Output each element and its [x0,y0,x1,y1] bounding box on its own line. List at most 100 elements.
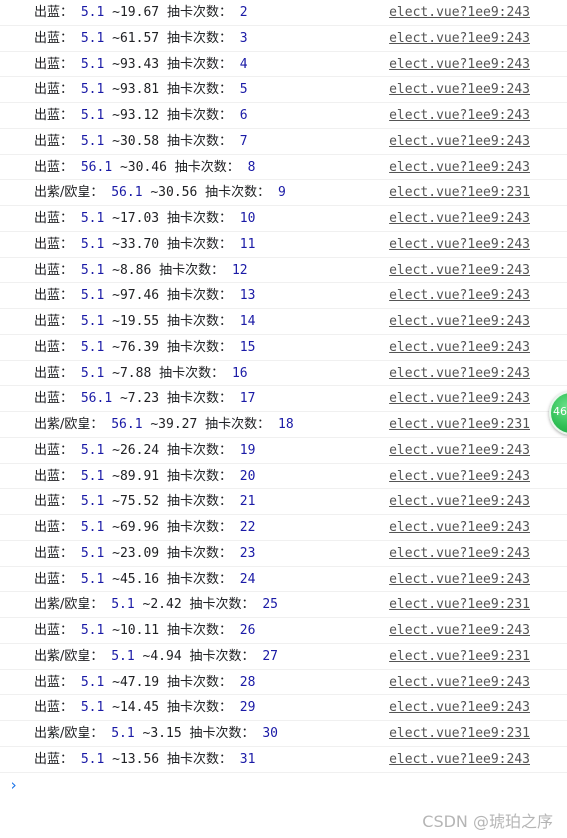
message-range: ~75.52 [112,494,160,510]
source-link[interactable]: elect.vue?1ee9:243 [389,82,530,98]
console-message: 出蓝： 5.1 ~61.57 抽卡次数： 3 [34,31,248,47]
message-value: 5.1 [111,648,135,664]
message-count: 29 [239,700,256,716]
console-message-row: 出蓝： 5.1 ~13.56 抽卡次数： 31 elect.vue?1ee9:24… [0,747,567,773]
message-value: 56.1 [111,417,143,432]
source-link[interactable]: elect.vue?1ee9:243 [389,752,530,768]
source-link[interactable]: elect.vue?1ee9:231 [389,597,530,613]
message-label: 出蓝： [34,236,74,252]
source-link[interactable]: elect.vue?1ee9:243 [389,443,530,459]
console-message: 出蓝： 5.1 ~69.96 抽卡次数： 22 [34,520,255,536]
console-message: 出蓝： 5.1 ~10.11 抽卡次数： 26 [34,623,255,639]
message-value: 5.1 [80,365,105,381]
source-link[interactable]: elect.vue?1ee9:231 [389,185,530,201]
console-message: 出蓝： 5.1 ~13.56 抽卡次数： 31 [34,752,255,768]
console-message-row: 出蓝： 5.1 ~93.43 抽卡次数： 4 elect.vue?1ee9:243 [0,52,567,78]
console-message-row: 出紫/欧皇： 5.1 ~3.15 抽卡次数： 30 elect.vue?1ee9:… [0,721,567,747]
message-value: 5.1 [80,571,105,587]
source-link[interactable]: elect.vue?1ee9:243 [389,340,530,356]
source-link[interactable]: elect.vue?1ee9:243 [389,546,530,562]
source-link[interactable]: elect.vue?1ee9:243 [389,700,530,716]
console-message-row: 出蓝： 5.1 ~76.39 抽卡次数： 15 elect.vue?1ee9:24… [0,335,567,361]
message-range: ~61.57 [112,30,160,46]
message-label: 出蓝： [34,82,74,98]
console-message: 出紫/欧皇： 5.1 ~2.42 抽卡次数： 25 [34,597,278,613]
message-label: 出蓝： [34,391,74,407]
message-value: 5.1 [80,108,105,123]
message-count-label: 抽卡次数： [166,133,232,149]
message-label: 出紫/欧皇： [34,417,104,432]
source-link[interactable]: elect.vue?1ee9:243 [389,211,530,227]
console-message-row: 出蓝： 5.1 ~93.81 抽卡次数： 5 elect.vue?1ee9:243 [0,77,567,103]
console-prompt[interactable]: › [0,774,567,798]
message-count-label: 抽卡次数： [166,211,232,226]
console-message-row: 出蓝： 5.1 ~47.19 抽卡次数： 28 elect.vue?1ee9:24… [0,670,567,696]
message-count-label: 抽卡次数： [189,726,255,741]
source-link[interactable]: elect.vue?1ee9:243 [389,314,530,330]
source-link[interactable]: elect.vue?1ee9:243 [389,572,530,588]
message-label: 出蓝： [34,133,74,149]
source-link[interactable]: elect.vue?1ee9:243 [389,160,530,176]
message-value: 5.1 [80,211,105,226]
message-value: 5.1 [80,288,105,304]
message-count-label: 抽卡次数： [166,623,232,638]
console-message: 出蓝： 5.1 ~33.70 抽卡次数： 11 [34,237,255,253]
source-link[interactable]: elect.vue?1ee9:243 [389,469,530,485]
message-label: 出蓝： [34,623,74,638]
source-link[interactable]: elect.vue?1ee9:243 [389,675,530,691]
source-link[interactable]: elect.vue?1ee9:231 [389,649,530,665]
source-link[interactable]: elect.vue?1ee9:231 [389,417,530,433]
message-range: ~93.43 [112,56,160,72]
source-link[interactable]: elect.vue?1ee9:243 [389,520,530,536]
console-message: 出蓝： 5.1 ~45.16 抽卡次数： 24 [34,572,255,588]
message-value: 5.1 [80,236,105,252]
source-link[interactable]: elect.vue?1ee9:243 [389,288,530,304]
message-value: 5.1 [80,674,105,690]
chevron-right-icon: › [9,776,19,794]
message-range: ~7.23 [119,391,160,407]
source-link[interactable]: elect.vue?1ee9:243 [389,31,530,47]
source-link[interactable]: elect.vue?1ee9:243 [389,494,530,510]
source-link[interactable]: elect.vue?1ee9:243 [389,134,530,150]
source-link[interactable]: elect.vue?1ee9:243 [389,5,530,21]
message-label: 出蓝： [34,159,74,175]
source-link[interactable]: elect.vue?1ee9:243 [389,391,530,407]
message-count-label: 抽卡次数： [166,700,232,716]
message-label: 出蓝： [34,571,74,587]
console-message-row: 出蓝： 5.1 ~19.55 抽卡次数： 14 elect.vue?1ee9:24… [0,309,567,335]
message-label: 出蓝： [34,314,74,329]
source-link[interactable]: elect.vue?1ee9:243 [389,237,530,253]
message-range: ~19.55 [112,314,160,329]
message-label: 出蓝： [34,262,74,278]
message-count-label: 抽卡次数： [159,365,225,381]
message-count: 4 [239,56,248,72]
source-link[interactable]: elect.vue?1ee9:231 [389,726,530,742]
message-count: 3 [239,30,248,46]
source-link[interactable]: elect.vue?1ee9:243 [389,623,530,639]
message-value: 5.1 [80,751,105,767]
console-message-row: 出紫/欧皇： 56.1 ~30.56 抽卡次数： 9 elect.vue?1ee9… [0,180,567,206]
message-count: 22 [239,520,256,535]
message-value: 5.1 [80,520,105,535]
source-link[interactable]: elect.vue?1ee9:243 [389,366,530,382]
message-count-label: 抽卡次数： [166,5,232,20]
message-value: 5.1 [80,494,105,510]
console-message-row: 出蓝： 56.1 ~7.23 抽卡次数： 17 elect.vue?1ee9:24… [0,386,567,412]
message-label: 出紫/欧皇： [34,597,104,613]
message-count: 26 [239,623,256,638]
console-message-row: 出蓝： 5.1 ~19.67 抽卡次数： 2 elect.vue?1ee9:243 [0,0,567,26]
message-range: ~13.56 [112,751,160,767]
console-message-row: 出蓝： 5.1 ~61.57 抽卡次数： 3 elect.vue?1ee9:243 [0,26,567,52]
console-message: 出蓝： 56.1 ~7.23 抽卡次数： 17 [34,391,255,407]
console-message: 出蓝： 5.1 ~97.46 抽卡次数： 13 [34,288,255,304]
message-count-label: 抽卡次数： [166,82,232,98]
source-link[interactable]: elect.vue?1ee9:243 [389,263,530,279]
source-link[interactable]: elect.vue?1ee9:243 [389,57,530,73]
message-count-label: 抽卡次数： [189,648,255,664]
message-count-label: 抽卡次数： [166,468,232,484]
source-link[interactable]: elect.vue?1ee9:243 [389,108,530,124]
message-count-label: 抽卡次数： [166,108,232,123]
console-message: 出蓝： 5.1 ~19.67 抽卡次数： 2 [34,5,248,21]
message-value: 56.1 [80,159,113,175]
message-label: 出蓝： [34,365,74,381]
